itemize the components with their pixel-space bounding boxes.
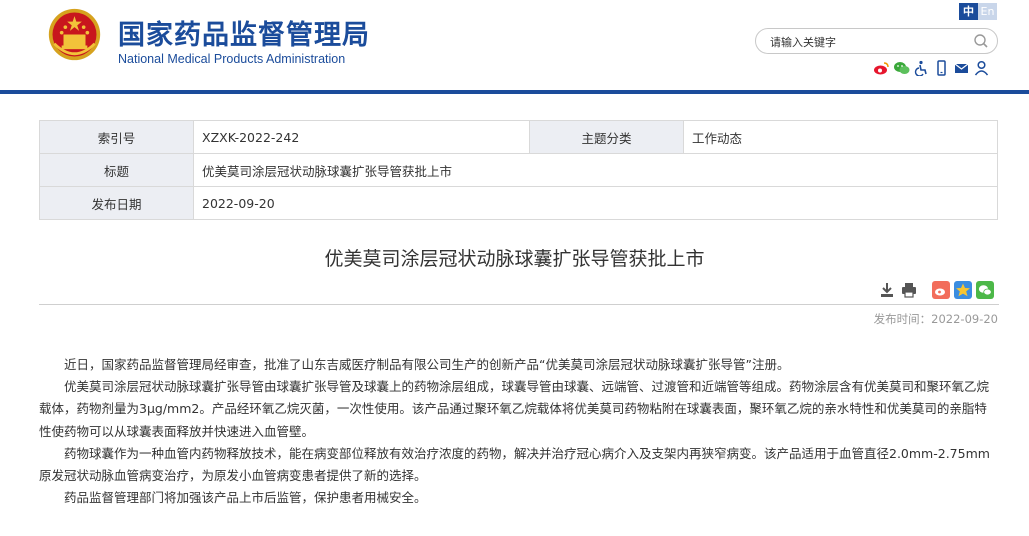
accessibility-icon[interactable] bbox=[913, 60, 930, 77]
publish-time-label: 发布时间： bbox=[873, 312, 932, 326]
article-title: 优美莫司涂层冠状动脉球囊扩张导管获批上市 bbox=[324, 248, 705, 270]
qzone-share-icon[interactable] bbox=[954, 281, 972, 299]
article-tools bbox=[878, 281, 998, 299]
national-emblem-logo[interactable] bbox=[47, 7, 102, 62]
header-divider bbox=[0, 90, 1029, 94]
date-value: 2022-09-20 bbox=[193, 186, 998, 220]
search-input[interactable] bbox=[768, 33, 972, 52]
wechat-share-icon[interactable] bbox=[976, 281, 994, 299]
article-body: 近日，国家药品监督管理局经审查，批准了山东吉威医疗制品有限公司生产的创新产品“优… bbox=[39, 354, 999, 509]
site-title-en[interactable]: National Medical Products Administration bbox=[118, 52, 345, 66]
title-divider bbox=[39, 304, 999, 305]
search-icon[interactable] bbox=[973, 33, 989, 49]
category-value: 工作动态 bbox=[683, 120, 998, 154]
print-icon[interactable] bbox=[900, 281, 918, 299]
document-info-table: 索引号 XZXK-2022-242 主题分类 工作动态 标题 优美莫司涂层冠状动… bbox=[39, 120, 998, 220]
user-icon[interactable] bbox=[973, 60, 990, 76]
publish-time-value: 2022-09-20 bbox=[931, 312, 998, 326]
index-label: 索引号 bbox=[39, 120, 194, 154]
weibo-icon[interactable] bbox=[873, 60, 890, 76]
table-row: 发布日期 2022-09-20 bbox=[39, 186, 998, 220]
index-value: XZXK-2022-242 bbox=[193, 120, 530, 154]
paragraph: 近日，国家药品监督管理局经审查，批准了山东吉威医疗制品有限公司生产的创新产品“优… bbox=[64, 357, 790, 372]
table-row: 标题 优美莫司涂层冠状动脉球囊扩张导管获批上市 bbox=[39, 153, 998, 187]
mail-icon[interactable] bbox=[953, 60, 970, 76]
category-label: 主题分类 bbox=[529, 120, 684, 154]
title-value: 优美莫司涂层冠状动脉球囊扩张导管获批上市 bbox=[193, 153, 998, 187]
publish-time: 发布时间：2022-09-20 bbox=[874, 311, 998, 327]
title-label: 标题 bbox=[39, 153, 194, 187]
lang-cn-button[interactable]: 中 bbox=[959, 3, 978, 20]
lang-en-button[interactable]: En bbox=[978, 3, 997, 20]
weibo-share-icon[interactable] bbox=[932, 281, 950, 299]
header-tools bbox=[873, 60, 990, 77]
site-header: 国家药品监督管理局 National Medical Products Admi… bbox=[0, 0, 1029, 90]
site-title-cn[interactable]: 国家药品监督管理局 bbox=[118, 13, 370, 52]
table-row: 索引号 XZXK-2022-242 主题分类 工作动态 bbox=[39, 120, 998, 154]
paragraph: 药品监督管理部门将加强该产品上市后监管，保护患者用械安全。 bbox=[64, 490, 427, 506]
mobile-icon[interactable] bbox=[933, 60, 950, 76]
date-label: 发布日期 bbox=[39, 186, 194, 220]
paragraph: 优美莫司涂层冠状动脉球囊扩张导管由球囊扩张导管及球囊上的药物涂层组成，球囊导管由… bbox=[39, 379, 990, 439]
download-icon[interactable] bbox=[878, 281, 896, 299]
wechat-icon[interactable] bbox=[893, 60, 910, 76]
paragraph: 药物球囊作为一种血管内药物释放技术，能在病变部位释放有效治疗浓度的药物，解决并治… bbox=[39, 445, 990, 484]
search-box bbox=[755, 28, 998, 54]
language-switch: 中 En bbox=[959, 3, 997, 20]
